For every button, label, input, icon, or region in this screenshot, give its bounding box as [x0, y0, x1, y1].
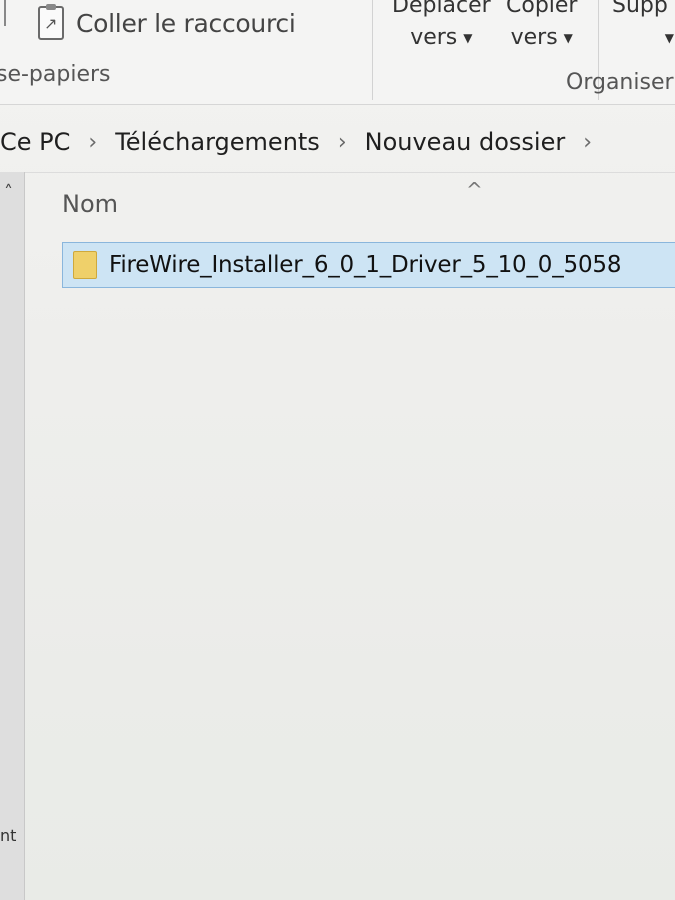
navigation-pane[interactable]: ˄: [0, 172, 25, 900]
clipboard-group-label: se-papiers: [0, 62, 111, 87]
address-bar[interactable]: Ce PC › Téléchargements › Nouveau dossie…: [0, 112, 675, 173]
breadcrumb-downloads[interactable]: Téléchargements: [115, 128, 320, 156]
copy-to-label-line2: vers: [510, 25, 558, 50]
collapse-up-icon[interactable]: ˄: [4, 182, 13, 203]
paste-shortcut-label: Coller le raccourci: [76, 8, 296, 38]
file-list-item[interactable]: FireWire_Installer_6_0_1_Driver_5_10_0_5…: [62, 242, 675, 288]
folder-icon: [73, 251, 97, 279]
breadcrumb-this-pc[interactable]: Ce PC: [0, 128, 70, 156]
ribbon-divider: [372, 0, 373, 100]
file-name: FireWire_Installer_6_0_1_Driver_5_10_0_5…: [109, 252, 622, 278]
dropdown-caret-icon: ▼: [563, 31, 573, 45]
paste-shortcut-button[interactable]: Coller le raccourci: [38, 4, 296, 40]
sort-ascending-icon: ^: [466, 178, 483, 202]
paste-shortcut-icon: [38, 4, 64, 40]
dropdown-caret-icon: ▼: [463, 31, 473, 45]
breadcrumb-chevron-icon[interactable]: ›: [338, 130, 347, 155]
ribbon-left-fragment: [0, 0, 6, 26]
breadcrumb-new-folder[interactable]: Nouveau dossier: [365, 128, 566, 156]
dropdown-caret-icon: ▼: [664, 31, 674, 45]
move-to-label-line2: vers: [410, 25, 458, 50]
copy-to-label-line1: Copier: [506, 0, 578, 18]
copy-to-button[interactable]: Copier vers ▼: [506, 0, 577, 54]
move-to-label-line1: Déplacer: [392, 0, 491, 18]
column-header-name[interactable]: Nom: [62, 190, 118, 218]
delete-button[interactable]: Supp ▼: [612, 0, 674, 54]
breadcrumb-chevron-icon[interactable]: ›: [88, 130, 97, 155]
navigation-pane-fragment: nt: [0, 826, 17, 845]
delete-label: Supp: [612, 0, 668, 18]
ribbon: Coller le raccourci se-papiers Déplacer …: [0, 0, 675, 105]
organize-group-label: Organiser: [566, 70, 674, 95]
move-to-button[interactable]: Déplacer vers ▼: [392, 0, 491, 54]
breadcrumb-chevron-icon[interactable]: ›: [583, 130, 592, 155]
